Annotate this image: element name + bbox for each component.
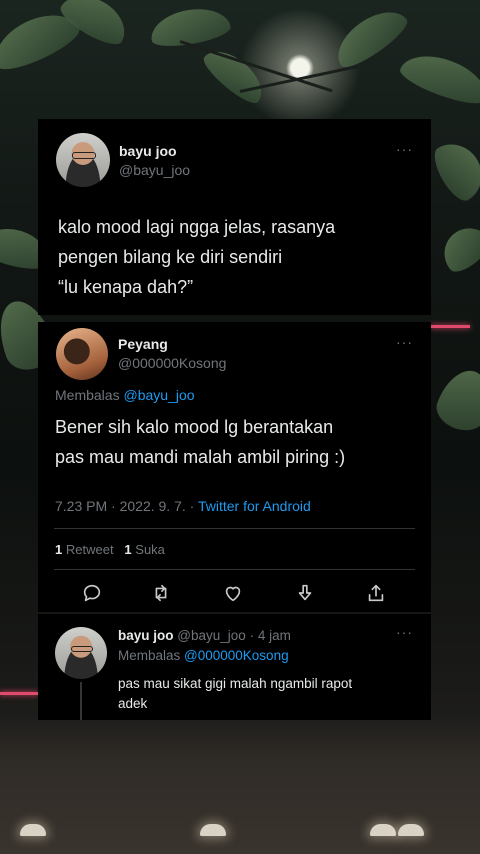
- avatar[interactable]: [56, 133, 110, 187]
- retweet-count: 1: [55, 542, 63, 557]
- replying-label: Membalas: [55, 387, 120, 403]
- divider: [54, 569, 415, 570]
- retweet-stat[interactable]: 1 Retweet: [55, 542, 117, 557]
- tweet-text: Bener sih kalo mood lg berantakan pas ma…: [55, 412, 345, 472]
- tweet-text-line: pas mau mandi malah ambil piring :): [55, 447, 346, 467]
- retweet-icon[interactable]: [150, 582, 172, 604]
- replying-to: Membalas @bayu_joo: [55, 387, 195, 403]
- avatar[interactable]: [56, 328, 108, 380]
- bookmark-icon[interactable]: [294, 582, 316, 604]
- retweet-label: Retweet: [65, 542, 114, 557]
- more-options-icon[interactable]: ···: [396, 624, 413, 640]
- author-name[interactable]: bayu joo: [118, 628, 174, 643]
- reply-icon[interactable]: [81, 582, 103, 604]
- tweet-age[interactable]: 4 jam: [258, 628, 291, 643]
- tweet-card-reply[interactable]: Peyang @000000Kosong ··· Membalas @bayu_…: [38, 322, 431, 612]
- tweet-header: bayu joo @bayu_joo · 4 jam: [118, 628, 291, 643]
- replying-label: Membalas: [118, 648, 181, 663]
- more-options-icon[interactable]: ···: [396, 141, 413, 157]
- replying-to: Membalas @000000Kosong: [118, 648, 289, 663]
- tweet-text-line: pas mau sikat gigi malah ngambil rapot: [118, 676, 353, 691]
- share-icon[interactable]: [365, 582, 387, 604]
- tweet-text-line: adek: [118, 696, 148, 711]
- author-handle[interactable]: @000000Kosong: [118, 355, 226, 371]
- like-stat[interactable]: 1 Suka: [124, 542, 165, 557]
- tweet-card-thread-reply[interactable]: bayu joo @bayu_joo · 4 jam ··· Membalas …: [38, 614, 431, 720]
- tweet-text-line: kalo mood lagi ngga jelas, rasanya: [58, 217, 336, 237]
- author-name[interactable]: Peyang: [118, 336, 168, 352]
- tweet-time[interactable]: 7.23 PM: [55, 498, 107, 514]
- tweet-text: pas mau sikat gigi malah ngambil rapot a…: [118, 674, 352, 714]
- more-options-icon[interactable]: ···: [396, 334, 413, 350]
- avatar[interactable]: [55, 627, 107, 679]
- like-label: Suka: [135, 542, 165, 557]
- like-count: 1: [124, 542, 132, 557]
- author-name[interactable]: bayu joo: [119, 143, 177, 159]
- divider: [54, 528, 415, 529]
- tweet-date[interactable]: 2022. 9. 7.: [120, 498, 186, 514]
- tweet-meta: 7.23 PM · 2022. 9. 7. · Twitter for Andr…: [55, 498, 311, 514]
- replying-to-link[interactable]: @000000Kosong: [184, 648, 289, 663]
- tweet-card-original[interactable]: bayu joo @bayu_joo ··· kalo mood lagi ng…: [38, 119, 431, 315]
- tweet-text-line: Bener sih kalo mood lg berantakan: [55, 417, 334, 437]
- tweet-text: kalo mood lagi ngga jelas, rasanya penge…: [58, 212, 335, 302]
- action-bar: [38, 582, 431, 604]
- thread-line: [80, 682, 82, 720]
- author-handle[interactable]: @bayu_joo: [119, 162, 190, 178]
- tweet-source[interactable]: Twitter for Android: [198, 498, 311, 514]
- tweet-text-line: “lu kenapa dah?”: [58, 277, 194, 297]
- tweet-text-line: pengen bilang ke diri sendiri: [58, 247, 283, 267]
- author-handle[interactable]: @bayu_joo: [177, 628, 246, 643]
- tweet-stats: 1 Retweet 1 Suka: [55, 542, 165, 557]
- like-icon[interactable]: [222, 582, 244, 604]
- replying-to-link[interactable]: @bayu_joo: [123, 387, 194, 403]
